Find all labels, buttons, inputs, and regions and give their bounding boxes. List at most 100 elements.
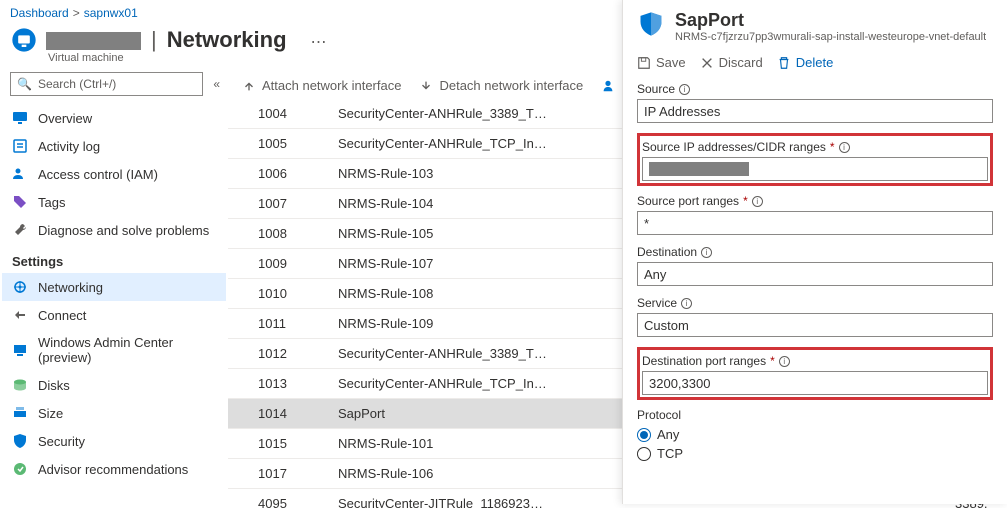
info-icon[interactable]: i bbox=[701, 247, 712, 258]
field-protocol: Protocol Any TCP bbox=[637, 408, 993, 463]
search-icon: 🔍 bbox=[17, 77, 32, 91]
sidebar-item-wac[interactable]: Windows Admin Center (preview) bbox=[2, 329, 226, 371]
sidebar-item-label: Access control (IAM) bbox=[38, 167, 158, 182]
wrench-icon bbox=[12, 222, 28, 238]
highlight-source-ip: Source IP addresses/CIDR ranges * i bbox=[637, 133, 993, 186]
sidebar-item-label: Disks bbox=[38, 378, 70, 393]
sidebar-item-tags[interactable]: Tags bbox=[2, 188, 226, 216]
sidebar-item-networking[interactable]: Networking bbox=[2, 273, 226, 301]
cell-priority: 1005 bbox=[228, 136, 338, 151]
size-icon bbox=[12, 405, 28, 421]
sidebar-item-label: Tags bbox=[38, 195, 65, 210]
toolbar-label: Attach network interface bbox=[262, 78, 401, 93]
info-icon[interactable]: i bbox=[681, 298, 692, 309]
action-label: Discard bbox=[719, 55, 763, 70]
sidebar-item-size[interactable]: Size bbox=[2, 399, 226, 427]
dest-port-input[interactable]: 3200,3300 bbox=[642, 371, 988, 395]
people-icon bbox=[12, 166, 28, 182]
sidebar-item-label: Connect bbox=[38, 308, 86, 323]
highlight-dest-port: Destination port ranges * i 3200,3300 bbox=[637, 347, 993, 400]
field-label-text: Source port ranges bbox=[637, 194, 739, 208]
network-icon bbox=[12, 279, 28, 295]
radio-icon bbox=[637, 447, 651, 461]
cell-priority: 1006 bbox=[228, 166, 338, 181]
breadcrumb-dashboard[interactable]: Dashboard bbox=[10, 6, 69, 20]
detach-icon bbox=[419, 79, 433, 93]
cell-priority: 1014 bbox=[228, 406, 338, 421]
close-icon bbox=[700, 56, 714, 70]
sidebar-item-label: Advisor recommendations bbox=[38, 462, 188, 477]
trash-icon bbox=[777, 56, 791, 70]
sidebar-item-overview[interactable]: Overview bbox=[2, 104, 226, 132]
radio-icon bbox=[637, 428, 651, 442]
destination-select[interactable]: Any bbox=[637, 262, 993, 286]
search-input[interactable]: 🔍 Search (Ctrl+/) bbox=[10, 72, 203, 96]
sidebar-item-label: Windows Admin Center (preview) bbox=[38, 335, 216, 365]
cell-priority: 1011 bbox=[228, 316, 338, 331]
source-ip-input[interactable] bbox=[642, 157, 988, 181]
field-label-text: Destination bbox=[637, 245, 697, 259]
panel-title: SapPort bbox=[675, 10, 986, 31]
radio-label: Any bbox=[657, 427, 679, 442]
field-source-port: Source port ranges * i * bbox=[637, 194, 993, 235]
attach-network-interface-button[interactable]: Attach network interface bbox=[242, 78, 401, 93]
cell-priority: 1007 bbox=[228, 196, 338, 211]
breadcrumb-current[interactable]: sapnwx01 bbox=[84, 6, 138, 20]
field-source: Source i IP Addresses bbox=[637, 82, 993, 123]
title-separator: | bbox=[151, 27, 157, 53]
sidebar-item-label: Activity log bbox=[38, 139, 100, 154]
cell-priority: 4095 bbox=[228, 496, 338, 508]
cell-priority: 1013 bbox=[228, 376, 338, 391]
toolbar-label: Detach network interface bbox=[439, 78, 583, 93]
sidebar-item-label: Networking bbox=[38, 280, 103, 295]
chevron-right-icon: > bbox=[73, 6, 80, 20]
info-icon[interactable]: i bbox=[779, 356, 790, 367]
field-label-text: Source IP addresses/CIDR ranges bbox=[642, 140, 826, 154]
field-label-text: Service bbox=[637, 296, 677, 310]
tag-icon bbox=[12, 194, 28, 210]
cell-priority: 1008 bbox=[228, 226, 338, 241]
cell-priority: 1012 bbox=[228, 346, 338, 361]
page-title: Networking bbox=[167, 27, 287, 53]
sidebar-item-label: Security bbox=[38, 434, 85, 449]
sidebar-item-iam[interactable]: Access control (IAM) bbox=[2, 160, 226, 188]
protocol-any-radio[interactable]: Any bbox=[637, 425, 993, 444]
admin-center-icon bbox=[12, 342, 28, 358]
sidebar-item-disks[interactable]: Disks bbox=[2, 371, 226, 399]
sidebar-item-label: Diagnose and solve problems bbox=[38, 223, 209, 238]
save-button[interactable]: Save bbox=[637, 55, 686, 70]
sidebar-item-label: Size bbox=[38, 406, 63, 421]
attach-icon bbox=[242, 79, 256, 93]
advisor-icon bbox=[12, 461, 28, 477]
sidebar-item-connect[interactable]: Connect bbox=[2, 301, 226, 329]
search-placeholder: Search (Ctrl+/) bbox=[38, 77, 116, 91]
service-select[interactable]: Custom bbox=[637, 313, 993, 337]
info-icon[interactable]: i bbox=[839, 142, 850, 153]
source-select[interactable]: IP Addresses bbox=[637, 99, 993, 123]
cell-priority: 1010 bbox=[228, 286, 338, 301]
detach-network-interface-button[interactable]: Detach network interface bbox=[419, 78, 583, 93]
save-icon bbox=[637, 56, 651, 70]
cell-priority: 1004 bbox=[228, 106, 338, 121]
cell-priority: 1017 bbox=[228, 466, 338, 481]
delete-button[interactable]: Delete bbox=[777, 55, 834, 70]
sidebar-item-advisor[interactable]: Advisor recommendations bbox=[2, 455, 226, 483]
info-icon[interactable]: i bbox=[752, 196, 763, 207]
discard-button[interactable]: Discard bbox=[700, 55, 763, 70]
sidebar: 🔍 Search (Ctrl+/) « Overview Activity lo… bbox=[0, 72, 228, 508]
vm-icon bbox=[10, 26, 38, 54]
connect-icon bbox=[12, 307, 28, 323]
panel-subtitle: NRMS-c7fjzrzu7pp3wmurali-sap-install-wes… bbox=[675, 31, 986, 43]
protocol-tcp-radio[interactable]: TCP bbox=[637, 444, 993, 463]
more-icon[interactable]: ⋯ bbox=[311, 32, 328, 52]
info-icon[interactable]: i bbox=[679, 84, 690, 95]
field-destination: Destination i Any bbox=[637, 245, 993, 286]
source-port-input[interactable]: * bbox=[637, 211, 993, 235]
field-service: Service i Custom bbox=[637, 296, 993, 337]
collapse-sidebar-button[interactable]: « bbox=[213, 77, 220, 91]
monitor-icon bbox=[12, 110, 28, 126]
sidebar-item-activity[interactable]: Activity log bbox=[2, 132, 226, 160]
sidebar-item-diagnose[interactable]: Diagnose and solve problems bbox=[2, 216, 226, 244]
sidebar-item-security[interactable]: Security bbox=[2, 427, 226, 455]
radio-label: TCP bbox=[657, 446, 683, 461]
